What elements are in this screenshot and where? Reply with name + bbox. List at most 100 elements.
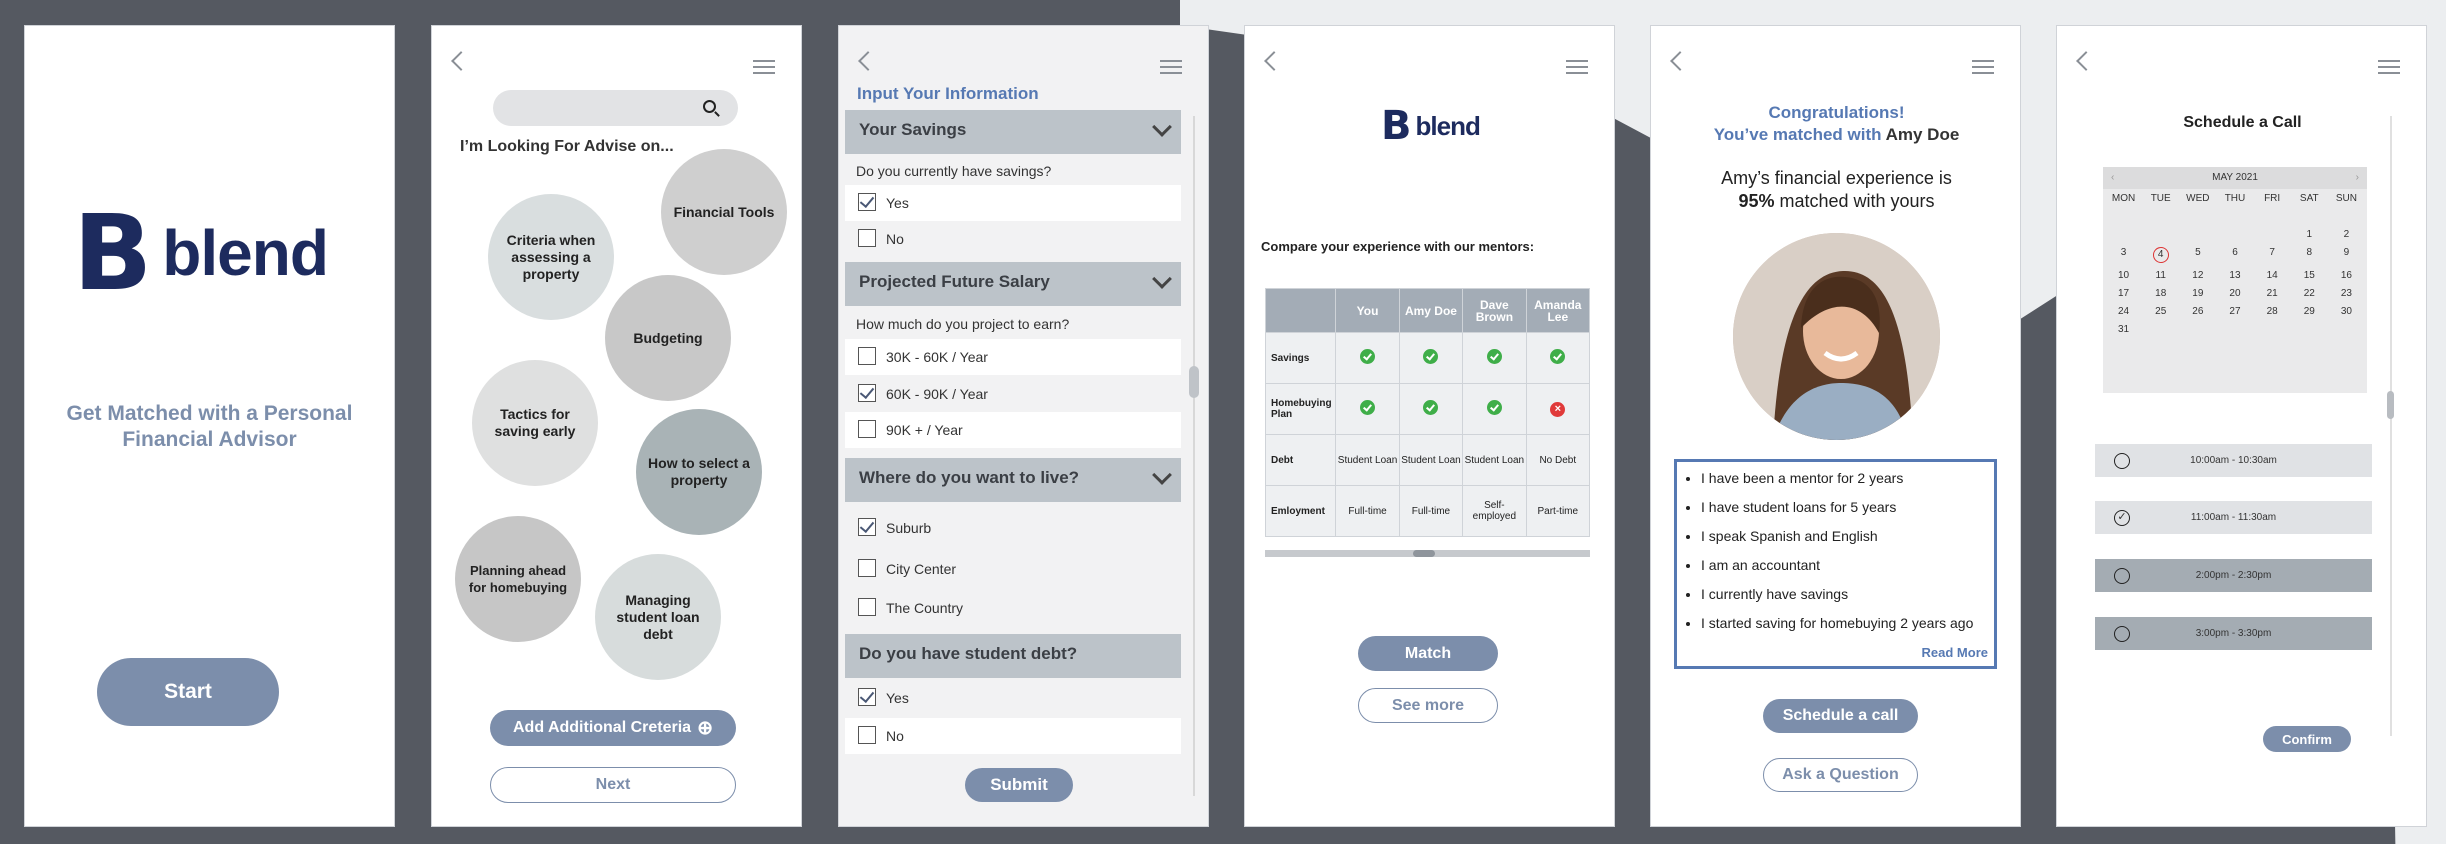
topic-bubble[interactable]: Tactics for saving early (472, 360, 598, 486)
checkbox[interactable] (858, 559, 876, 577)
calendar-day[interactable]: 14 (2254, 270, 2291, 281)
time-slot[interactable]: 3:00pm - 3:30pm (2095, 617, 2372, 650)
confirm-button[interactable]: Confirm (2263, 726, 2351, 752)
read-more-link[interactable]: Read More (1922, 645, 1988, 660)
time-slot[interactable]: 2:00pm - 2:30pm (2095, 559, 2372, 592)
checkbox[interactable] (858, 384, 876, 402)
calendar-day[interactable]: 22 (2291, 288, 2328, 299)
start-button[interactable]: Start (97, 658, 279, 726)
topic-bubble[interactable]: Budgeting (605, 275, 731, 401)
option-row[interactable]: The Country (845, 590, 1181, 626)
ask-question-button[interactable]: Ask a Question (1763, 758, 1918, 792)
checkbox[interactable] (858, 726, 876, 744)
checkbox[interactable] (858, 518, 876, 536)
back-icon[interactable] (2076, 51, 2096, 71)
match-button[interactable]: Match (1358, 636, 1498, 671)
next-button[interactable]: Next (490, 767, 736, 803)
calendar-day[interactable]: 24 (2105, 306, 2142, 317)
topic-bubble[interactable]: Financial Tools (661, 149, 787, 275)
search-input[interactable] (493, 90, 738, 126)
calendar-day[interactable]: 10 (2105, 270, 2142, 281)
checkbox[interactable] (858, 229, 876, 247)
checkbox[interactable] (858, 193, 876, 211)
calendar-day[interactable]: 9 (2328, 247, 2365, 263)
calendar-day[interactable]: 8 (2291, 247, 2328, 263)
scrollbar-track[interactable] (1193, 116, 1195, 796)
section-header-debt[interactable]: Do you have student debt? (845, 634, 1181, 678)
calendar-day[interactable]: 26 (2179, 306, 2216, 317)
back-icon[interactable] (858, 51, 878, 71)
option-row[interactable]: No (845, 221, 1181, 257)
checkbox[interactable] (858, 598, 876, 616)
calendar-day[interactable]: 25 (2142, 306, 2179, 317)
time-slot[interactable]: ✓ 11:00am - 11:30am (2095, 501, 2372, 534)
calendar-day[interactable]: 29 (2291, 306, 2328, 317)
calendar-day[interactable]: 16 (2328, 270, 2365, 281)
radio-checked-icon[interactable]: ✓ (2114, 510, 2130, 526)
menu-icon[interactable] (1972, 60, 1994, 74)
radio-button[interactable] (2114, 626, 2130, 642)
submit-button[interactable]: Submit (965, 768, 1073, 802)
calendar-day[interactable]: 7 (2254, 247, 2291, 263)
time-slot[interactable]: 10:00am - 10:30am (2095, 444, 2372, 477)
calendar-day[interactable]: 21 (2254, 288, 2291, 299)
topic-bubble[interactable]: Managing student loan debt (595, 554, 721, 680)
topic-bubble[interactable]: How to select a property (636, 409, 762, 535)
calendar-day[interactable]: 17 (2105, 288, 2142, 299)
calendar-day[interactable]: 23 (2328, 288, 2365, 299)
back-icon[interactable] (451, 51, 471, 71)
calendar-day[interactable]: 30 (2328, 306, 2365, 317)
chevron-left-icon[interactable]: ‹ (2111, 167, 2114, 189)
scrollbar-thumb[interactable] (1189, 366, 1199, 398)
calendar-day[interactable]: 15 (2291, 270, 2328, 281)
scrollbar-track[interactable] (2390, 116, 2392, 736)
calendar-day[interactable]: 1 (2291, 229, 2328, 240)
horizontal-scrollbar-thumb[interactable] (1413, 550, 1435, 557)
calendar-day[interactable]: 4 (2152, 247, 2169, 263)
radio-button[interactable] (2114, 453, 2130, 469)
search-icon[interactable] (703, 100, 716, 113)
option-row[interactable]: Suburb (845, 510, 1181, 546)
menu-icon[interactable] (1160, 60, 1182, 74)
option-row[interactable]: 30K - 60K / Year (845, 339, 1181, 375)
checkbox[interactable] (858, 688, 876, 706)
calendar-day[interactable]: 18 (2142, 288, 2179, 299)
section-header-savings[interactable]: Your Savings (845, 110, 1181, 154)
option-row[interactable]: 60K - 90K / Year (845, 376, 1181, 412)
back-icon[interactable] (1670, 51, 1690, 71)
calendar-day[interactable]: 20 (2216, 288, 2253, 299)
calendar-day[interactable]: 6 (2216, 247, 2253, 263)
checkbox[interactable] (858, 347, 876, 365)
topic-bubble[interactable]: Planning ahead for homebuying (455, 516, 581, 642)
calendar-day[interactable]: 12 (2179, 270, 2216, 281)
see-more-button[interactable]: See more (1358, 688, 1498, 723)
question-text: How much do you project to earn? (856, 316, 1070, 332)
option-row[interactable]: Yes (845, 680, 1181, 716)
option-row[interactable]: 90K + / Year (845, 412, 1181, 448)
calendar-day[interactable]: 13 (2216, 270, 2253, 281)
schedule-call-button[interactable]: Schedule a call (1763, 699, 1918, 733)
add-criteria-button[interactable]: Add Additional Creteria ⊕ (490, 710, 736, 746)
menu-icon[interactable] (2378, 60, 2400, 74)
option-row[interactable]: City Center (845, 551, 1181, 587)
menu-icon[interactable] (1566, 60, 1588, 74)
option-row[interactable]: No (845, 718, 1181, 754)
option-row[interactable]: Yes (845, 185, 1181, 221)
back-icon[interactable] (1264, 51, 1284, 71)
calendar-day[interactable]: 11 (2142, 270, 2179, 281)
menu-icon[interactable] (753, 60, 775, 74)
calendar-day[interactable]: 5 (2179, 247, 2216, 263)
calendar-day[interactable]: 2 (2328, 229, 2365, 240)
topic-bubble[interactable]: Criteria when assessing a property (488, 194, 614, 320)
radio-button[interactable] (2114, 568, 2130, 584)
calendar-day[interactable]: 31 (2105, 324, 2142, 335)
checkbox[interactable] (858, 420, 876, 438)
calendar-day[interactable]: 19 (2179, 288, 2216, 299)
calendar-day[interactable]: 27 (2216, 306, 2253, 317)
section-header-salary[interactable]: Projected Future Salary (845, 262, 1181, 306)
calendar-day[interactable]: 28 (2254, 306, 2291, 317)
scrollbar-thumb[interactable] (2387, 391, 2394, 419)
calendar-day[interactable]: 3 (2105, 247, 2142, 263)
section-header-location[interactable]: Where do you want to live? (845, 458, 1181, 502)
chevron-right-icon[interactable]: › (2356, 167, 2359, 189)
